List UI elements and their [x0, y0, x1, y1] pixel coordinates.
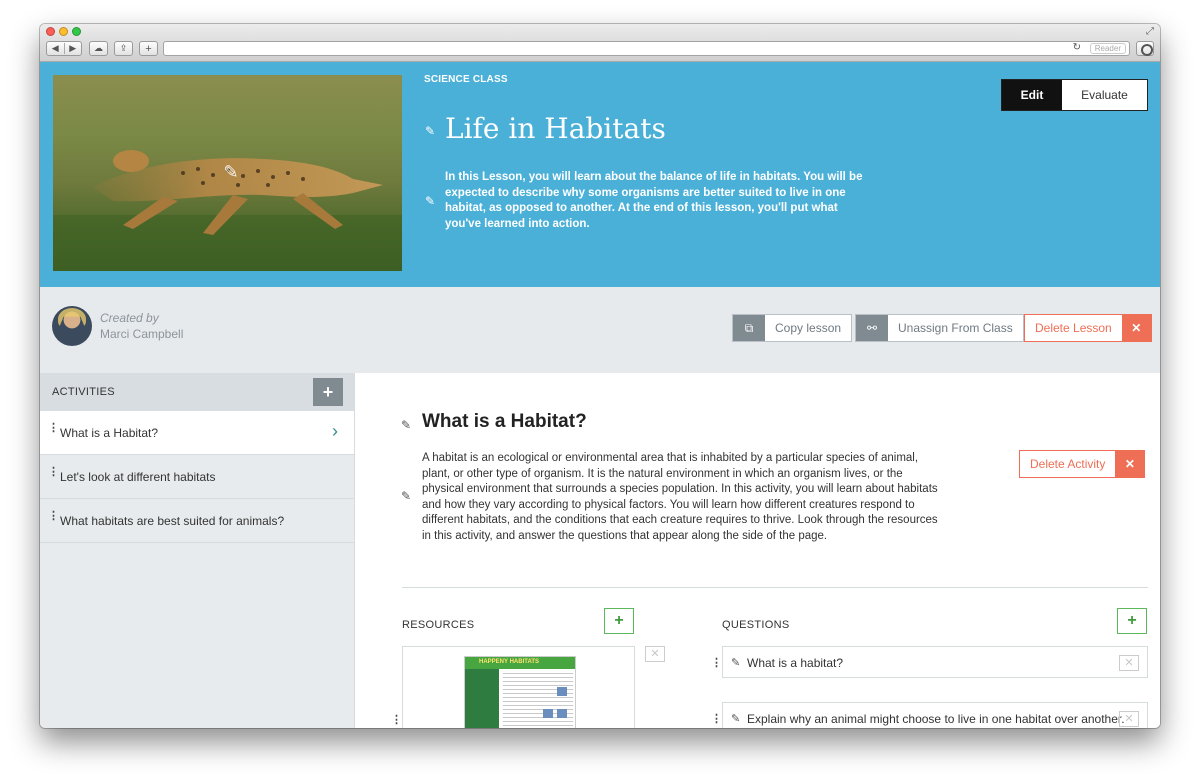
share-icon: ⇪ [119, 43, 128, 53]
delete-activity-button[interactable]: Delete Activity ✕ [1019, 450, 1146, 478]
browser-toolbar: ⤢ ◀ ▶ ☁ ⇪ + ↻ Reader [40, 24, 1160, 62]
back-forward-buttons: ◀ ▶ [46, 41, 82, 56]
minimize-window-button[interactable] [59, 27, 68, 36]
edit-activity-title-icon[interactable]: ✎ [401, 418, 411, 432]
share-button[interactable]: ⇪ [114, 41, 133, 56]
icloud-tabs-button[interactable]: ☁ [89, 41, 108, 56]
remove-question-button[interactable]: ✕ [1119, 711, 1139, 727]
copy-icon: ⧉ [733, 315, 765, 341]
add-question-button[interactable]: + [1117, 608, 1147, 634]
resources-heading: RESOURCES [402, 619, 475, 631]
reload-icon[interactable]: ↻ [1073, 42, 1081, 53]
add-resource-button[interactable]: + [604, 608, 634, 634]
fullscreen-icon[interactable]: ⤢ [1146, 26, 1154, 37]
forward-icon[interactable]: ▶ [63, 43, 82, 54]
new-tab-button[interactable]: + [139, 41, 158, 56]
downloads-button[interactable] [1136, 41, 1154, 56]
copy-lesson-button[interactable]: ⧉ Copy lesson [732, 314, 853, 342]
resource-thumbnail: HAPPENY HABITATS [464, 656, 576, 728]
sidebar-item-label: Let's look at different habitats [60, 470, 216, 484]
copy-lesson-label: Copy lesson [775, 321, 842, 335]
drag-handle-icon[interactable]: ⋮ [48, 511, 59, 522]
activity-description[interactable]: A habitat is an ecological or environmen… [422, 451, 942, 544]
edit-mode-button[interactable]: Edit [1002, 80, 1062, 110]
close-icon: ✕ [1121, 315, 1151, 341]
edit-activity-description-icon[interactable]: ✎ [401, 489, 411, 503]
edit-title-icon[interactable]: ✎ [425, 124, 435, 138]
edit-description-icon[interactable]: ✎ [425, 194, 435, 208]
class-label: SCIENCE CLASS [424, 74, 508, 85]
remove-question-button[interactable]: ✕ [1119, 655, 1139, 671]
sidebar-item-best-suited-habitats[interactable]: ⋮ What habitats are best suited for anim… [40, 499, 354, 543]
cloud-icon: ☁ [94, 43, 103, 53]
lesson-title[interactable]: Life in Habitats [445, 112, 666, 145]
window-controls [46, 27, 81, 36]
zoom-window-button[interactable] [72, 27, 81, 36]
question-text: Explain why an animal might choose to li… [747, 712, 1125, 726]
mode-toggle: Edit Evaluate [1001, 79, 1148, 111]
sidebar-header: ACTIVITIES + [40, 373, 354, 411]
chevron-right-icon: › [332, 421, 338, 441]
resource-card[interactable]: HAPPENY HABITATS [402, 646, 635, 728]
delete-activity-label: Delete Activity [1030, 457, 1106, 471]
author-name: Marci Campbell [100, 327, 184, 341]
questions-heading: QUESTIONS [722, 619, 790, 631]
sidebar-item-label: What habitats are best suited for animal… [60, 514, 285, 528]
activity-title[interactable]: What is a Habitat? [422, 411, 587, 433]
question-item[interactable]: ✎ What is a habitat? ✕ [722, 646, 1148, 678]
activities-heading: ACTIVITIES [52, 386, 115, 398]
drag-handle-icon[interactable]: ⋮ [48, 423, 59, 434]
edit-question-icon[interactable]: ✎ [731, 712, 740, 725]
drag-handle-icon[interactable]: ⋮ [711, 656, 722, 669]
drag-handle-icon[interactable]: ⋮ [48, 467, 59, 478]
edit-question-icon[interactable]: ✎ [731, 656, 740, 669]
resource-thumb-title: HAPPENY HABITATS [479, 659, 540, 665]
lesson-description[interactable]: In this Lesson, you will learn about the… [445, 170, 865, 232]
activities-sidebar: ACTIVITIES + ⋮ What is a Habitat? › ⋮ Le… [40, 373, 355, 728]
delete-lesson-button[interactable]: Delete Lesson ✕ [1024, 314, 1152, 342]
unassign-label: Unassign From Class [898, 321, 1013, 335]
author-bar: Created by Marci Campbell ⧉ Copy lesson … [40, 287, 1160, 373]
reader-button[interactable]: Reader [1089, 43, 1126, 54]
lesson-hero: ✎ SCIENCE CLASS ✎ Life in Habitats ✎ In … [40, 62, 1160, 287]
back-icon[interactable]: ◀ [47, 43, 64, 54]
question-text: What is a habitat? [747, 656, 844, 670]
remove-resource-button[interactable]: ✕ [645, 646, 665, 662]
delete-lesson-label: Delete Lesson [1035, 321, 1112, 335]
evaluate-mode-button[interactable]: Evaluate [1062, 80, 1147, 110]
sidebar-item-different-habitats[interactable]: ⋮ Let's look at different habitats [40, 455, 354, 499]
edit-image-icon[interactable]: ✎ [218, 161, 244, 183]
lesson-cover-image[interactable]: ✎ [53, 75, 402, 271]
address-bar[interactable]: ↻ Reader [163, 41, 1130, 56]
unlink-icon: ⚯ [856, 315, 888, 341]
divider [402, 587, 1148, 588]
activity-panel: ✎ What is a Habitat? ✎ A habitat is an e… [356, 373, 1160, 728]
drag-handle-icon[interactable]: ⋮ [711, 712, 722, 725]
sidebar-item-what-is-a-habitat[interactable]: ⋮ What is a Habitat? › [40, 411, 354, 455]
avatar [52, 306, 92, 346]
close-window-button[interactable] [46, 27, 55, 36]
unassign-button[interactable]: ⚯ Unassign From Class [855, 314, 1024, 342]
browser-window: ⤢ ◀ ▶ ☁ ⇪ + ↻ Reader ✎ SCIENCE CLASS ✎ L… [40, 24, 1160, 728]
add-activity-button[interactable]: + [313, 378, 343, 406]
created-by-label: Created by [100, 311, 159, 325]
plus-icon: + [145, 42, 152, 55]
close-icon: ✕ [1115, 451, 1145, 477]
question-item[interactable]: ✎ Explain why an animal might choose to … [722, 702, 1148, 728]
sidebar-item-label: What is a Habitat? [60, 426, 159, 440]
drag-handle-icon[interactable]: ⋮ [391, 713, 402, 726]
